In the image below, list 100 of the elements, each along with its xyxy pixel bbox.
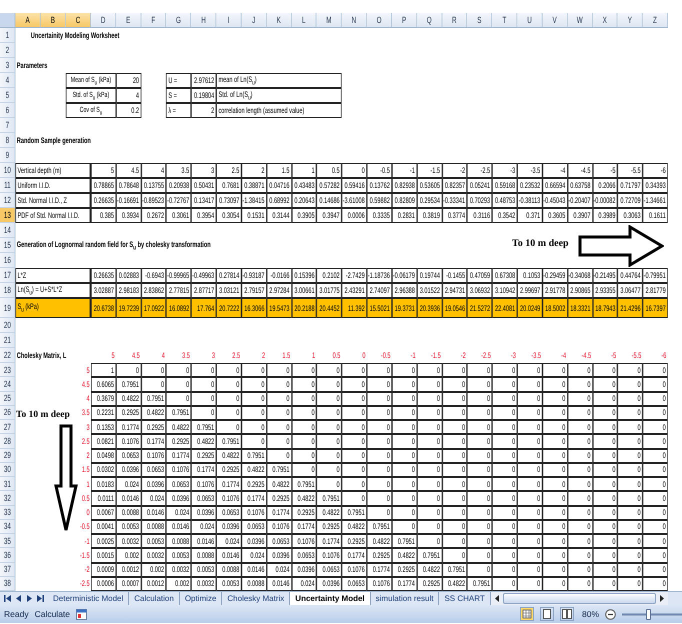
row-header[interactable]: 19	[0, 298, 16, 318]
row-header[interactable]: 24	[0, 377, 16, 392]
depth-label: -1.5	[80, 550, 90, 560]
row-header[interactable]: 20	[0, 318, 16, 333]
row-header[interactable]: 23	[0, 363, 16, 378]
normal-view-icon[interactable]	[520, 607, 534, 621]
row-header[interactable]: 37	[0, 562, 16, 577]
column-header[interactable]: P	[392, 13, 418, 28]
table-cell: 0	[592, 506, 618, 520]
row-header[interactable]: 15	[0, 238, 16, 253]
column-header[interactable]: U	[517, 13, 542, 28]
column-header[interactable]: W	[567, 13, 593, 28]
row-header[interactable]: 9	[0, 148, 16, 163]
table-cell: 0	[342, 462, 367, 477]
row-header[interactable]: 13	[0, 208, 16, 223]
row-header[interactable]: 2	[0, 43, 16, 58]
column-header[interactable]: L	[292, 13, 317, 28]
column-header[interactable]: A	[15, 13, 41, 28]
row-header[interactable]: 26	[0, 406, 16, 420]
column-header[interactable]: E	[116, 13, 142, 28]
row-header[interactable]: 28	[0, 434, 16, 448]
column-header[interactable]: V	[542, 13, 568, 28]
row-header[interactable]: 8	[0, 133, 16, 148]
column-header[interactable]: D	[91, 13, 116, 28]
page-break-icon[interactable]	[560, 607, 574, 621]
table-cell: 0	[392, 448, 418, 463]
column-header[interactable]: G	[166, 13, 192, 28]
column-header[interactable]: X	[592, 13, 618, 28]
row-header[interactable]: 21	[0, 333, 16, 348]
table-cell: 19.5473	[266, 298, 292, 318]
row-header[interactable]: 3	[0, 58, 16, 73]
row-header[interactable]: 34	[0, 520, 16, 534]
table-cell: 0	[492, 534, 518, 548]
column-header[interactable]: H	[191, 13, 216, 28]
zoom-slider-thumb[interactable]	[646, 608, 652, 620]
row-header[interactable]: 6	[0, 103, 16, 118]
row-header[interactable]: 32	[0, 491, 16, 506]
row-header[interactable]: 30	[0, 462, 16, 477]
row-header[interactable]: 1	[0, 28, 16, 43]
row-header[interactable]: 27	[0, 420, 16, 434]
column-header[interactable]: R	[442, 13, 468, 28]
table-cell: 0.3905	[292, 208, 317, 223]
row-header[interactable]: 12	[0, 193, 16, 208]
previous-sheet-icon[interactable]	[14, 594, 23, 603]
column-header[interactable]: O	[366, 13, 392, 28]
sheet-tab[interactable]: Uncertainty Model	[290, 592, 371, 605]
next-sheet-icon[interactable]	[25, 594, 34, 603]
column-header[interactable]: K	[266, 13, 292, 28]
row-header[interactable]: 31	[0, 477, 16, 492]
table-cell: 0	[517, 562, 542, 577]
column-header[interactable]: F	[141, 13, 166, 28]
table-cell: 0	[542, 363, 568, 378]
column-header[interactable]: C	[66, 13, 91, 28]
column-header[interactable]: S	[467, 13, 492, 28]
column-header[interactable]: I	[216, 13, 242, 28]
row-header[interactable]: 33	[0, 506, 16, 520]
depth-label: 1.5	[82, 465, 90, 474]
table-cell: 0.4822	[392, 548, 418, 562]
table-cell: 3	[191, 163, 216, 178]
column-header[interactable]: Y	[618, 13, 643, 28]
row-header[interactable]: 10	[0, 163, 16, 178]
column-header[interactable]: M	[316, 13, 342, 28]
row-header[interactable]: 38	[0, 576, 16, 591]
table-cell: 0	[517, 363, 542, 378]
row-header[interactable]: 17	[0, 268, 16, 283]
first-sheet-icon[interactable]	[3, 594, 12, 603]
table-cell: 0	[241, 377, 267, 392]
table-cell: 0.82809	[392, 193, 418, 208]
last-sheet-icon[interactable]	[36, 594, 45, 603]
row-header[interactable]: 7	[0, 118, 16, 133]
table-cell: 0	[517, 462, 542, 477]
row-header[interactable]: 4	[0, 73, 16, 88]
horizontal-scrollbar[interactable]	[490, 592, 668, 605]
zoom-level[interactable]: 80%	[582, 609, 599, 619]
row-header[interactable]: 5	[0, 88, 16, 103]
row-header[interactable]: 35	[0, 534, 16, 548]
scroll-right-icon[interactable]	[658, 594, 666, 603]
table-cell: 19.0546	[442, 298, 468, 318]
row-header[interactable]: 25	[0, 392, 16, 406]
column-header[interactable]: Z	[642, 13, 668, 28]
row-header[interactable]: 14	[0, 223, 16, 238]
record-macro-icon[interactable]	[76, 608, 88, 620]
row-header[interactable]: 11	[0, 178, 16, 193]
table-cell: 0	[618, 506, 643, 520]
column-header[interactable]: Q	[417, 13, 442, 28]
row-header[interactable]: 22	[0, 348, 16, 363]
column-header[interactable]: J	[241, 13, 267, 28]
row-header[interactable]: 16	[0, 253, 16, 268]
row-header[interactable]: 36	[0, 548, 16, 562]
table-cell: 0	[567, 506, 593, 520]
column-header[interactable]: N	[342, 13, 367, 28]
table-cell: 0	[517, 491, 542, 506]
column-header[interactable]: B	[40, 13, 66, 28]
page-layout-icon[interactable]	[540, 607, 554, 621]
column-header[interactable]: T	[492, 13, 518, 28]
zoom-out-icon[interactable]	[605, 608, 616, 620]
row-header[interactable]: 29	[0, 448, 16, 463]
row-header[interactable]: 18	[0, 283, 16, 298]
depth-header: -5.5	[630, 350, 642, 362]
table-cell: 0	[618, 562, 643, 577]
